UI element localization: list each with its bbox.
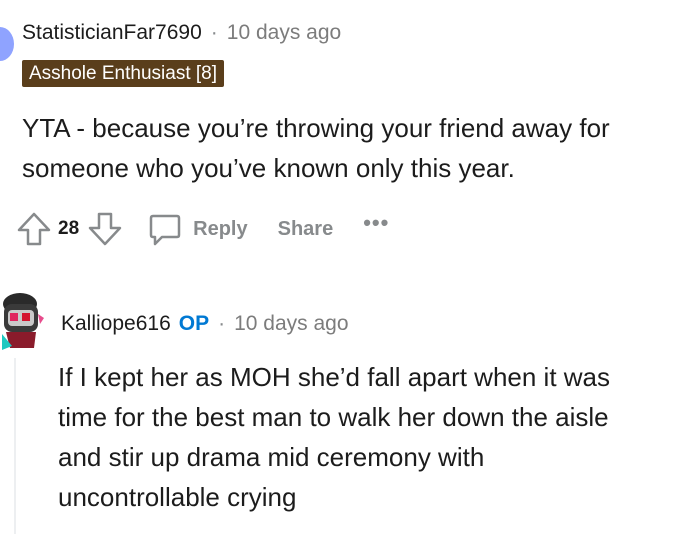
avatar[interactable] [0,290,44,354]
upvote-arrow-icon[interactable] [16,211,52,247]
comment-text-line: someone who you’ve known only this year. [22,153,515,183]
downvote-arrow-icon[interactable] [87,211,123,247]
comment-action-bar: 28 Reply Share ••• [16,208,389,250]
reply-button[interactable]: Reply [147,211,248,247]
vote-score: 28 [58,218,80,239]
comment-thread: StatisticianFar7690 · 10 days ago Asshol… [0,0,700,534]
comment-bubble-icon [147,211,183,247]
comment-timestamp[interactable]: 10 days ago [234,312,348,336]
comment-meta: Kalliope616 OP · 10 days ago [61,312,349,336]
comment-author[interactable]: StatisticianFar7690 [22,21,202,45]
comment-text-line: If I kept her as MOH she’d fall apart wh… [58,362,611,392]
meta-separator: · [210,21,218,44]
comment-text-line: uncontrollable crying [58,482,297,512]
meta-separator: · [218,312,226,335]
comment-text-line: time for the best man to walk her down t… [58,402,609,432]
share-button[interactable]: Share [278,218,334,241]
op-badge: OP [178,312,210,335]
more-options-button[interactable]: ••• [363,210,389,236]
comment-body: YTA - because you’re throwing your frien… [22,108,692,188]
comment-text-line: YTA - because you’re throwing your frien… [22,113,610,143]
comment-body: If I kept her as MOH she’d fall apart wh… [58,357,688,517]
avatar[interactable] [0,27,14,61]
thread-collapse-line[interactable] [14,358,16,534]
user-flair: Asshole Enthusiast [8] [22,60,224,87]
reply-label: Reply [193,217,248,240]
comment-meta: StatisticianFar7690 · 10 days ago [22,21,341,45]
comment-timestamp[interactable]: 10 days ago [227,21,341,45]
comment-text-line: and stir up drama mid ceremony with [58,442,485,472]
comment-author[interactable]: Kalliope616 [61,312,171,336]
